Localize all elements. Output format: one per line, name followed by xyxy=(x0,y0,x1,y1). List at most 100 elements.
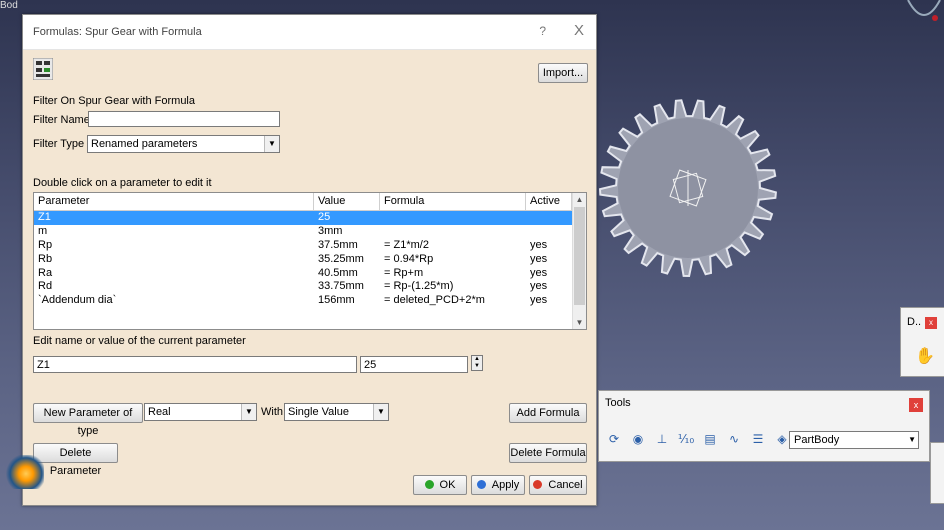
close-button[interactable]: X xyxy=(574,22,584,39)
filter-name-input[interactable] xyxy=(88,111,280,127)
cell-param: Rb xyxy=(38,252,53,265)
cell-value: 37.5mm xyxy=(318,238,358,251)
parameters-table: Parameter Value Formula Active Z1 25 m 3mm R… xyxy=(33,192,587,330)
value-mode-value: Single Value xyxy=(288,406,349,418)
column-active[interactable]: Active xyxy=(526,193,572,210)
chevron-down-icon[interactable]: ▼ xyxy=(373,404,388,420)
cell-param: Ra xyxy=(38,266,53,279)
apply-label: Apply xyxy=(491,479,520,491)
edit-value-input[interactable]: 25 xyxy=(360,356,468,373)
scan-icon[interactable]: ◉ xyxy=(629,430,647,448)
cell-param: Rd xyxy=(38,280,53,293)
tools-toolbar: Tools x ⟳ ◉ ⊥ ⅒ ▤ ∿ ☰ ◈ PartBody ▼ xyxy=(598,390,930,462)
cell-value: 33.75mm xyxy=(318,280,364,293)
axis-icon[interactable]: ⊥ xyxy=(653,430,671,448)
cell-value: 3mm xyxy=(318,224,343,237)
list-icon[interactable]: ☰ xyxy=(749,430,767,448)
mini-panel-close[interactable]: x xyxy=(925,317,937,329)
scroll-thumb[interactable] xyxy=(574,207,585,305)
delete-parameter-button[interactable]: Delete Parameter xyxy=(33,443,118,477)
filter-type-value: Renamed parameters xyxy=(91,138,198,150)
dialog-title: Formulas: Spur Gear with Formula xyxy=(33,26,202,38)
delete-formula-button[interactable]: Delete Formula xyxy=(509,443,587,463)
parameter-type-select[interactable]: Real ▼ xyxy=(144,403,257,421)
scroll-down-icon[interactable]: ▼ xyxy=(573,316,586,329)
part-body-value: PartBody xyxy=(794,434,840,446)
with-label: With xyxy=(261,406,283,418)
value-spinner[interactable]: ▲ ▼ xyxy=(471,355,483,371)
table-scrollbar[interactable]: ▲ ▼ xyxy=(572,193,586,329)
chevron-down-icon[interactable]: ▼ xyxy=(241,404,256,420)
cell-param: Rp xyxy=(38,238,53,251)
tools-title: Tools xyxy=(605,397,631,409)
cell-formula xyxy=(380,211,526,225)
table-row[interactable]: Z1 25 xyxy=(34,211,586,225)
spur-gear-3d[interactable] xyxy=(598,80,788,290)
cell-formula: = Rp+m xyxy=(384,266,424,279)
filter-type-label: Filter Type : xyxy=(33,138,91,150)
import-button[interactable]: Import... xyxy=(538,63,588,83)
cell-active: yes xyxy=(530,280,548,293)
edit-caption: Edit name or value of the current parame… xyxy=(33,335,246,347)
column-formula[interactable]: Formula xyxy=(380,193,526,210)
new-parameter-button[interactable]: New Parameter of type xyxy=(33,403,143,437)
edit-name-input[interactable]: Z1 xyxy=(33,356,357,373)
right-edge-panel xyxy=(930,442,944,504)
value-mode-select[interactable]: Single Value ▼ xyxy=(284,403,389,421)
table-caption: Double click on a parameter to edit it xyxy=(33,177,212,189)
cell-param: Z1 xyxy=(38,211,51,223)
law-icon[interactable]: ∿ xyxy=(725,430,743,448)
cell-value: 25 xyxy=(318,211,331,223)
cell-active: yes xyxy=(530,294,548,307)
cell-active: yes xyxy=(530,266,548,279)
cell-param: m xyxy=(38,224,48,237)
filter-type-select[interactable]: Renamed parameters ▼ xyxy=(87,135,280,153)
cell-value: 156mm xyxy=(318,294,355,307)
chevron-down-icon[interactable]: ▼ xyxy=(908,432,916,448)
mini-panel: D.. x ✋ xyxy=(900,307,944,377)
table-row[interactable]: `Addendum dia` 156mm = deleted_PCD+2*m yes xyxy=(34,294,586,308)
cell-formula: = 0.94*Rp xyxy=(384,252,434,265)
measure-icon[interactable]: ⅒ xyxy=(677,430,695,448)
update-icon[interactable]: ⟳ xyxy=(605,430,623,448)
scroll-up-icon[interactable]: ▲ xyxy=(573,193,586,206)
mini-panel-label: D.. xyxy=(907,316,922,328)
table-header: Parameter Value Formula Active xyxy=(34,193,586,211)
column-value[interactable]: Value xyxy=(314,193,380,210)
dialog-titlebar[interactable]: Formulas: Spur Gear with Formula ? X xyxy=(23,15,596,50)
cell-value: 40.5mm xyxy=(318,266,358,279)
formula-tree-icon[interactable] xyxy=(33,58,53,80)
table-row[interactable]: Rb 35.25mm = 0.94*Rp yes xyxy=(34,253,586,267)
chevron-down-icon[interactable]: ▼ xyxy=(264,136,279,152)
filter-name-label: Filter Name : xyxy=(33,114,96,126)
spin-down-icon[interactable]: ▼ xyxy=(472,363,482,370)
ok-label: OK xyxy=(439,479,456,491)
hand-icon[interactable]: ✋ xyxy=(915,346,935,366)
table-row[interactable]: Rd 33.75mm = Rp-(1.25*m) yes xyxy=(34,280,586,294)
table-row[interactable]: Ra 40.5mm = Rp+m yes xyxy=(34,267,586,281)
cancel-button[interactable]: Cancel xyxy=(529,475,587,495)
table-body: Z1 25 m 3mm Rp 37.5mm = Z1*m/2 yes Rb 35.25mm = 0.… xyxy=(34,211,586,308)
apply-button[interactable]: Apply xyxy=(471,475,525,495)
compass-icon[interactable] xyxy=(904,0,944,32)
cell-active: yes xyxy=(530,238,548,251)
cell-formula xyxy=(380,225,526,239)
table-row[interactable]: m 3mm xyxy=(34,225,586,239)
add-formula-button[interactable]: Add Formula xyxy=(509,403,587,423)
cell-formula: = deleted_PCD+2*m xyxy=(384,294,485,307)
help-button[interactable]: ? xyxy=(539,24,546,38)
cancel-icon xyxy=(533,480,543,489)
spin-up-icon[interactable]: ▲ xyxy=(472,356,482,363)
ok-button[interactable]: OK xyxy=(413,475,467,495)
table-row[interactable]: Rp 37.5mm = Z1*m/2 yes xyxy=(34,239,586,253)
compass-globe-icon xyxy=(4,455,44,489)
column-parameter[interactable]: Parameter xyxy=(34,193,314,210)
gear-svg xyxy=(598,99,777,278)
cell-param: `Addendum dia` xyxy=(38,294,117,307)
catalog-icon[interactable]: ▤ xyxy=(701,430,719,448)
tools-close-button[interactable]: x xyxy=(909,398,923,412)
cell-active: yes xyxy=(530,252,548,265)
cell-formula: = Rp-(1.25*m) xyxy=(384,280,454,293)
part-body-select[interactable]: PartBody ▼ xyxy=(789,431,919,449)
cell-formula: = Z1*m/2 xyxy=(384,238,429,251)
